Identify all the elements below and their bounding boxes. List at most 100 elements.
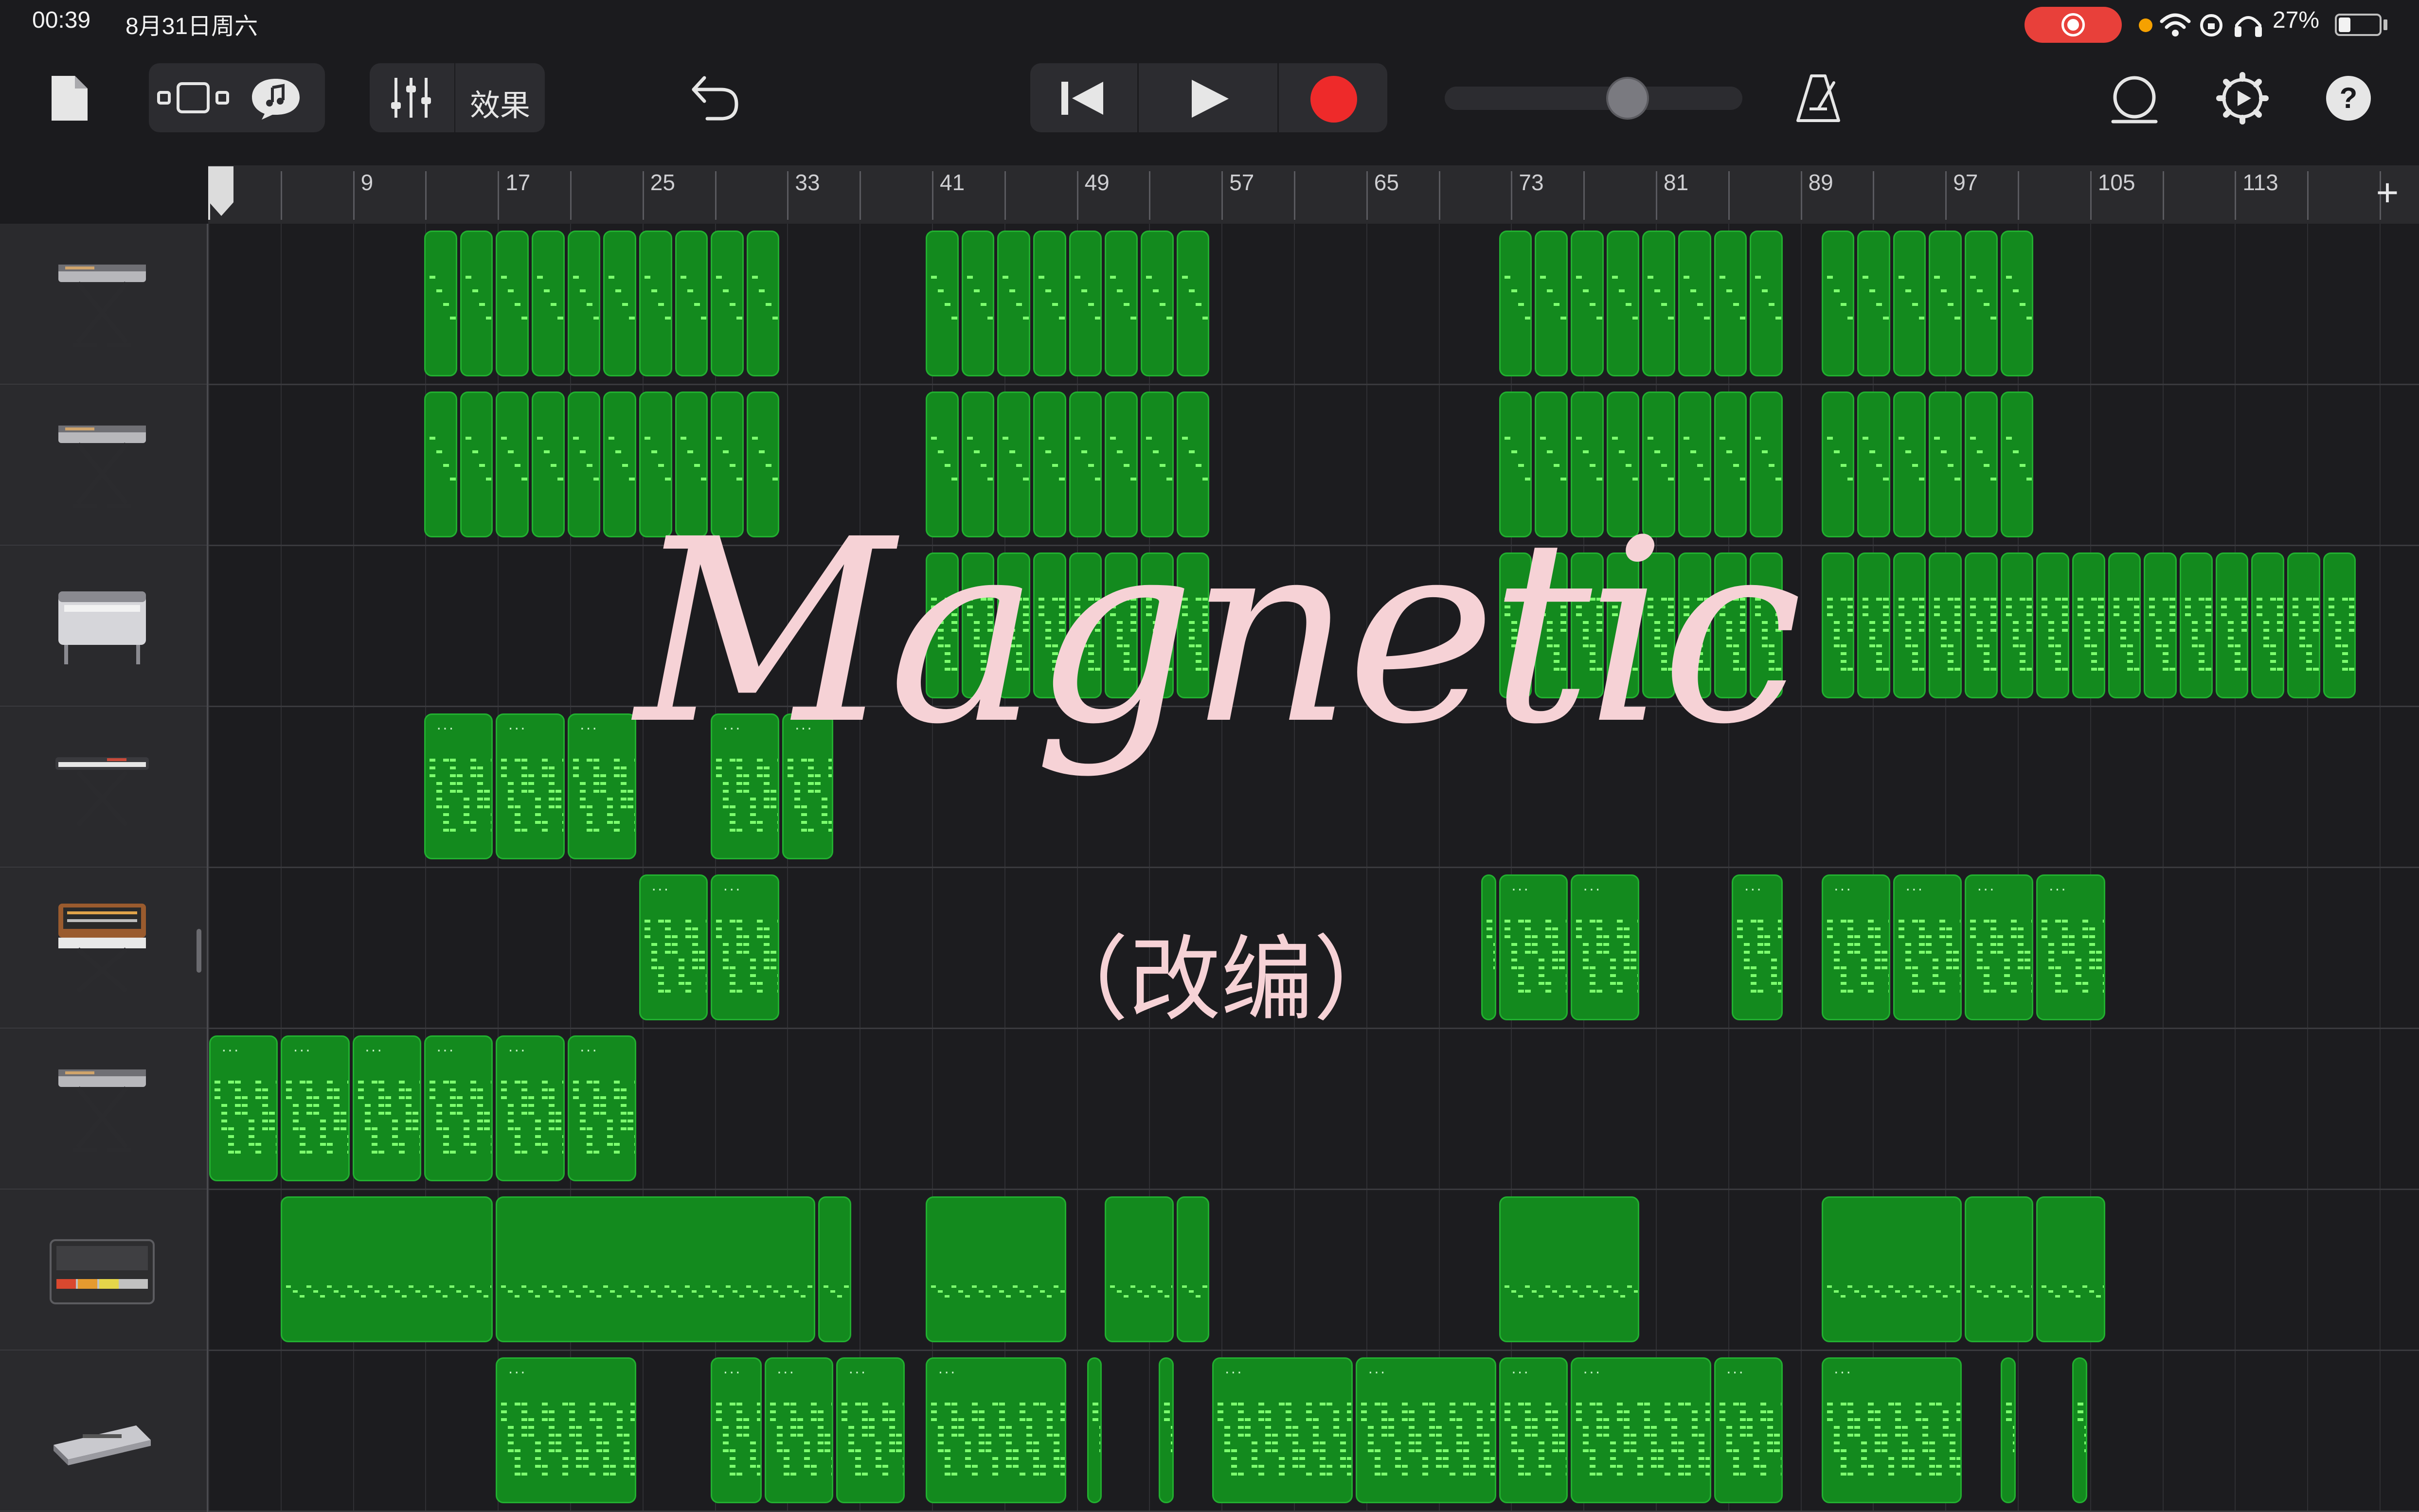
mixer-sliders-icon[interactable] bbox=[389, 76, 433, 120]
midi-region[interactable]: ··· bbox=[711, 874, 780, 1020]
track-header[interactable] bbox=[0, 546, 207, 707]
midi-region[interactable] bbox=[281, 1196, 493, 1342]
help-icon[interactable]: ? bbox=[2324, 74, 2373, 123]
region-menu-icon[interactable]: ··· bbox=[938, 1363, 956, 1381]
undo-icon[interactable] bbox=[690, 74, 740, 123]
midi-region[interactable]: ··· bbox=[1212, 1357, 1353, 1503]
midi-region[interactable] bbox=[2215, 552, 2249, 698]
midi-region[interactable] bbox=[1678, 552, 1711, 698]
midi-region[interactable] bbox=[2000, 1357, 2016, 1503]
midi-region[interactable] bbox=[1069, 391, 1102, 537]
region-menu-icon[interactable]: ··· bbox=[508, 1363, 526, 1381]
region-menu-icon[interactable]: ··· bbox=[1224, 1363, 1243, 1381]
midi-region[interactable] bbox=[711, 231, 744, 376]
midi-region[interactable] bbox=[460, 231, 493, 376]
midi-region[interactable] bbox=[2108, 552, 2141, 698]
midi-region[interactable] bbox=[1069, 552, 1102, 698]
midi-region[interactable] bbox=[1176, 231, 1210, 376]
midi-region[interactable] bbox=[1481, 874, 1496, 1020]
midi-region[interactable] bbox=[567, 391, 601, 537]
midi-region[interactable]: ··· bbox=[711, 713, 780, 859]
midi-region[interactable] bbox=[2287, 552, 2320, 698]
midi-region[interactable] bbox=[1929, 552, 1962, 698]
midi-region[interactable] bbox=[997, 391, 1031, 537]
midi-region[interactable]: ··· bbox=[782, 713, 833, 859]
midi-region[interactable]: ··· bbox=[1355, 1357, 1496, 1503]
midi-region[interactable] bbox=[1141, 552, 1174, 698]
midi-region[interactable] bbox=[424, 231, 457, 376]
midi-region[interactable] bbox=[997, 552, 1031, 698]
midi-region[interactable] bbox=[1606, 552, 1640, 698]
midi-region[interactable] bbox=[997, 231, 1031, 376]
midi-region[interactable]: ··· bbox=[2036, 874, 2105, 1020]
midi-region[interactable] bbox=[746, 391, 780, 537]
midi-region[interactable] bbox=[1499, 391, 1532, 537]
midi-region[interactable] bbox=[2000, 391, 2034, 537]
record-button-icon[interactable] bbox=[1308, 74, 1359, 125]
midi-region[interactable] bbox=[1176, 1196, 1210, 1342]
midi-region[interactable] bbox=[1141, 231, 1174, 376]
midi-region[interactable] bbox=[1642, 231, 1675, 376]
midi-region[interactable]: ··· bbox=[1499, 874, 1568, 1020]
go-to-beginning-icon[interactable] bbox=[1058, 80, 1107, 117]
region-menu-icon[interactable]: ··· bbox=[1511, 1363, 1530, 1381]
midi-region[interactable] bbox=[2036, 552, 2070, 698]
midi-region[interactable] bbox=[1857, 231, 1890, 376]
midi-region[interactable]: ··· bbox=[424, 1035, 493, 1181]
midi-region[interactable] bbox=[567, 231, 601, 376]
loop-browser-icon[interactable] bbox=[249, 76, 303, 121]
midi-region[interactable] bbox=[1033, 231, 1066, 376]
midi-region[interactable] bbox=[639, 391, 672, 537]
track-header[interactable] bbox=[0, 1351, 207, 1512]
region-menu-icon[interactable]: ··· bbox=[1834, 1363, 1852, 1381]
midi-region[interactable]: ··· bbox=[352, 1035, 421, 1181]
track-header-resize-handle[interactable] bbox=[197, 929, 201, 973]
midi-region[interactable] bbox=[1893, 391, 1926, 537]
midi-region[interactable] bbox=[531, 231, 565, 376]
midi-region[interactable] bbox=[1821, 391, 1855, 537]
midi-region[interactable] bbox=[2180, 552, 2213, 698]
midi-region[interactable] bbox=[818, 1196, 851, 1342]
region-menu-icon[interactable]: ··· bbox=[436, 1041, 455, 1059]
midi-region[interactable] bbox=[1535, 391, 1568, 537]
midi-region[interactable]: ··· bbox=[836, 1357, 905, 1503]
midi-region[interactable] bbox=[1750, 552, 1783, 698]
midi-region[interactable] bbox=[1965, 391, 1998, 537]
midi-region[interactable] bbox=[1069, 231, 1102, 376]
midi-region[interactable] bbox=[711, 391, 744, 537]
midi-region[interactable]: ··· bbox=[711, 1357, 762, 1503]
region-menu-icon[interactable]: ··· bbox=[1977, 880, 1995, 898]
midi-region[interactable] bbox=[496, 1196, 816, 1342]
region-menu-icon[interactable]: ··· bbox=[1368, 1363, 1386, 1381]
midi-region[interactable] bbox=[1929, 391, 1962, 537]
midi-region[interactable] bbox=[926, 231, 959, 376]
midi-region[interactable] bbox=[2000, 552, 2034, 698]
my-songs-button[interactable] bbox=[49, 73, 90, 124]
midi-region[interactable] bbox=[1893, 231, 1926, 376]
midi-region[interactable] bbox=[424, 391, 457, 537]
region-menu-icon[interactable]: ··· bbox=[1583, 1363, 1601, 1381]
midi-region[interactable] bbox=[1714, 391, 1747, 537]
timeline-ruler[interactable]: 191725334149576573818997105113 bbox=[208, 165, 2419, 225]
midi-region[interactable] bbox=[961, 231, 995, 376]
midi-region[interactable] bbox=[1570, 391, 1604, 537]
midi-region[interactable] bbox=[926, 391, 959, 537]
midi-region[interactable]: ··· bbox=[567, 1035, 636, 1181]
midi-region[interactable]: ··· bbox=[1499, 1357, 1568, 1503]
region-menu-icon[interactable]: ··· bbox=[723, 1363, 741, 1381]
play-icon[interactable] bbox=[1189, 78, 1231, 120]
midi-region[interactable] bbox=[460, 391, 493, 537]
region-menu-icon[interactable]: ··· bbox=[1726, 1363, 1745, 1381]
region-menu-icon[interactable]: ··· bbox=[508, 1041, 526, 1059]
midi-region[interactable]: ··· bbox=[496, 1357, 636, 1503]
midi-region[interactable] bbox=[1535, 552, 1568, 698]
midi-region[interactable] bbox=[746, 231, 780, 376]
midi-region[interactable] bbox=[1857, 552, 1890, 698]
midi-region[interactable] bbox=[1606, 391, 1640, 537]
midi-region[interactable] bbox=[1158, 1357, 1174, 1503]
region-menu-icon[interactable]: ··· bbox=[436, 719, 455, 737]
midi-region[interactable] bbox=[2144, 552, 2177, 698]
region-menu-icon[interactable]: ··· bbox=[580, 719, 598, 737]
midi-region[interactable] bbox=[496, 391, 529, 537]
midi-region[interactable]: ··· bbox=[764, 1357, 833, 1503]
